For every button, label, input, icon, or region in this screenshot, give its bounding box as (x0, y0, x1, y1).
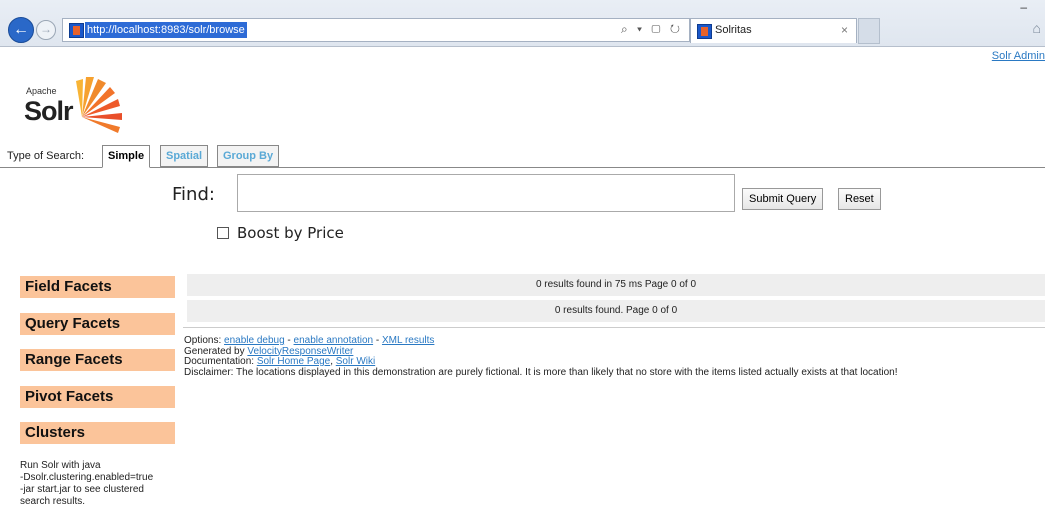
search-input[interactable] (237, 174, 735, 212)
clusters-heading: Clusters (20, 422, 175, 444)
logo-solr-text: Solr (24, 96, 74, 126)
boost-checkbox[interactable] (217, 226, 229, 239)
divider (183, 327, 1045, 328)
submit-query-button[interactable]: Submit Query (742, 188, 824, 210)
enable-annotation-link[interactable]: enable annotation (294, 335, 374, 346)
tab-spatial[interactable]: Spatial (160, 145, 209, 167)
cluster-note-line: -Dsolr.clustering.enabled=true (20, 472, 154, 483)
tab-favicon-icon (697, 24, 712, 39)
tab-simple[interactable]: Simple (102, 145, 151, 168)
back-button[interactable]: ← (8, 17, 34, 43)
boost-by-price-option[interactable]: Boost by Price (217, 224, 344, 242)
option-separator: - (284, 335, 294, 346)
solr-wiki-link[interactable]: Solr Wiki (336, 356, 375, 367)
solr-home-page-link[interactable]: Solr Home Page (257, 356, 330, 367)
query-facets-heading: Query Facets (20, 313, 175, 335)
option-separator: - (373, 335, 382, 346)
generated-label: Generated by (184, 345, 245, 357)
url-text[interactable]: http://localhost:8983/solr/browse (85, 22, 247, 38)
cluster-note-line: search results. (20, 496, 86, 507)
logo-apache-text: Apache (26, 86, 57, 96)
address-bar[interactable]: http://localhost:8983/solr/browse ⌕ ▾ ▢ … (62, 18, 690, 42)
minimize-icon[interactable]: – (1020, 0, 1027, 14)
disclaimer-text: Disclaimer: The locations displayed in t… (184, 366, 898, 378)
reset-button[interactable]: Reset (838, 188, 881, 210)
cluster-note-line: -jar start.jar to see clustered (20, 484, 144, 495)
documentation-line: Documentation: Solr Home Page, Solr Wiki (184, 356, 1044, 368)
cluster-note: Run Solr with java -Dsolr.clustering.ena… (20, 460, 180, 508)
footer: Options: enable debug - enable annotatio… (184, 335, 1044, 378)
results-pagination: 0 results found. Page 0 of 0 (187, 300, 1045, 322)
browser-tab[interactable]: Solritas × (690, 18, 857, 43)
documentation-label: Documentation: (184, 356, 255, 367)
home-icon[interactable]: ⌂ (1033, 20, 1041, 36)
solr-admin-link[interactable]: Solr Admin (992, 50, 1045, 62)
field-facets-heading: Field Facets (20, 276, 175, 298)
enable-debug-link[interactable]: enable debug (224, 335, 285, 346)
options-label: Options: (184, 335, 222, 346)
forward-button[interactable]: → (36, 20, 56, 40)
xml-results-link[interactable]: XML results (382, 335, 434, 346)
range-facets-heading: Range Facets (20, 349, 175, 371)
results-summary: 0 results found in 75 ms Page 0 of 0 (187, 274, 1045, 296)
pivot-facets-heading: Pivot Facets (20, 386, 175, 408)
search-type-tabs: Type of Search: Simple Spatial Group By (0, 143, 1045, 168)
new-tab-button[interactable] (858, 18, 880, 44)
velocity-writer-link[interactable]: VelocityResponseWriter (247, 346, 353, 357)
tab-group-by[interactable]: Group By (217, 145, 280, 167)
find-label: Find: (172, 184, 215, 205)
solr-favicon-icon (69, 23, 84, 38)
solr-logo: Apache Solr (22, 72, 142, 152)
browser-toolbar: ← → http://localhost:8983/solr/browse ⌕ … (0, 0, 1045, 47)
cluster-note-line: Run Solr with java (20, 460, 101, 471)
address-actions-icon[interactable]: ⌕ ▾ ▢ ↻ (621, 22, 683, 37)
search-type-label: Type of Search: (7, 150, 85, 162)
tab-close-icon[interactable]: × (841, 23, 848, 37)
boost-label: Boost by Price (237, 224, 344, 242)
tab-title: Solritas (715, 24, 752, 36)
